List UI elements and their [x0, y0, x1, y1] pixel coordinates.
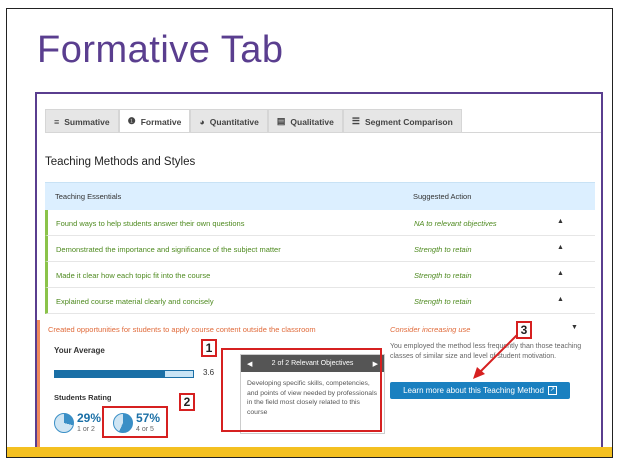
slide: Formative Tab ≡ Summative ❶ Formative ◕ …	[6, 8, 613, 458]
bottom-accent-bar	[7, 447, 612, 457]
callout-arrow	[473, 334, 518, 379]
